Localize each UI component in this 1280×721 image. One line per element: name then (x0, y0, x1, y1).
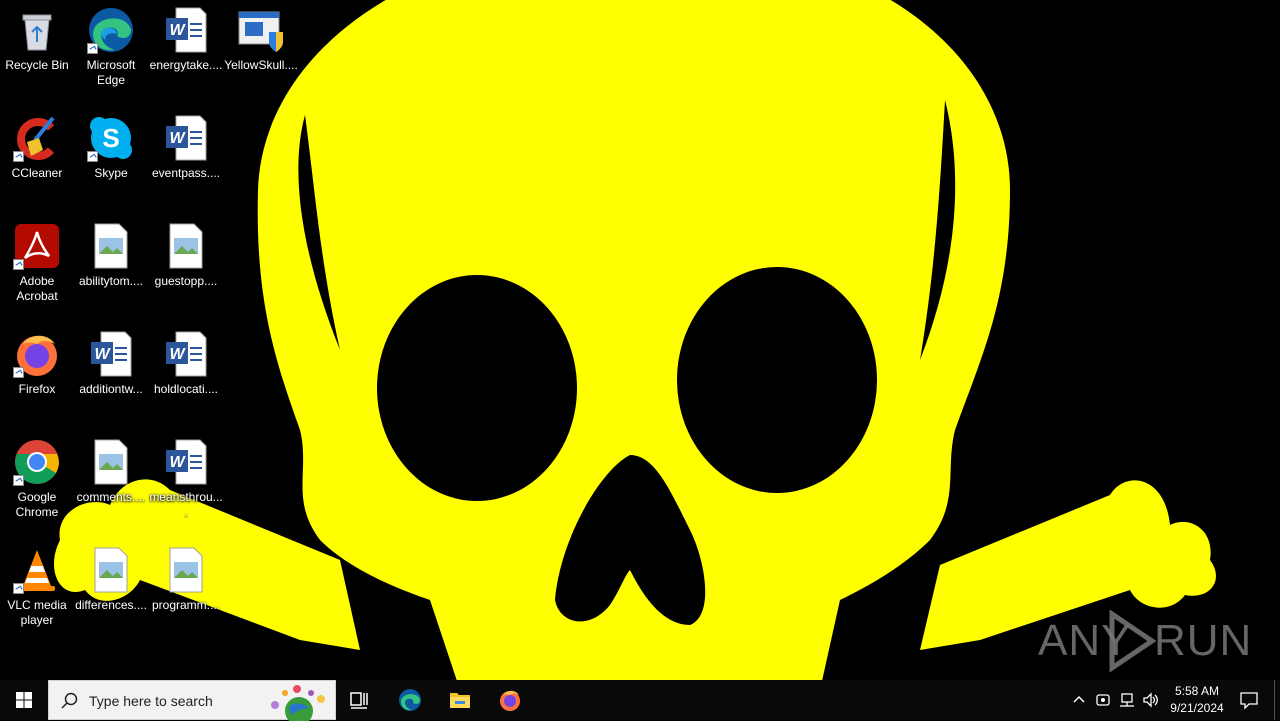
desktop-icon-ccleaner[interactable]: CCleaner (0, 108, 74, 208)
desktop-icon-file[interactable]: W additiontw... (74, 324, 148, 424)
desktop-icon-label: eventpass.... (151, 166, 221, 180)
desktop-icon-label: YellowSkull.... (224, 58, 298, 72)
desktop-icon-label: Microsoft Edge (86, 58, 136, 87)
start-button[interactable] (0, 680, 48, 720)
notification-icon (1240, 692, 1258, 710)
search-icon (61, 692, 78, 709)
desktop-icon-label: comments.... (76, 490, 146, 504)
search-highlight-icon (271, 685, 325, 721)
desktop-icon-label: guestopp.... (154, 274, 218, 288)
desktop-icon-label: meansthrou.... (149, 490, 223, 519)
search-placeholder: Type here to search (89, 693, 213, 709)
desktop-icon-file[interactable]: comments.... (74, 432, 148, 532)
shortcut-arrow-icon (13, 367, 24, 378)
desktop-icon-label: Skype (94, 166, 128, 180)
desktop-icon-label: VLC media player (7, 598, 67, 627)
word-document-icon: W (91, 331, 132, 377)
volume-icon (1143, 692, 1158, 708)
desktop-icon-file[interactable]: differences.... (74, 540, 148, 640)
desktop-icon-file[interactable]: YellowSkull.... (224, 0, 298, 100)
show-desktop-button[interactable] (1274, 680, 1280, 720)
desktop-icon-label: Google Chrome (15, 490, 59, 519)
watermark-text-right: RUN (1154, 616, 1253, 665)
file-explorer-icon (450, 693, 470, 708)
desktop-icon-label: Adobe Acrobat (16, 274, 58, 303)
task-view-icon (350, 692, 368, 709)
desktop-icon-label: CCleaner (11, 166, 63, 180)
image-file-icon (169, 547, 203, 593)
tray-chevron-button[interactable] (1068, 680, 1090, 720)
word-document-icon: W (166, 115, 207, 161)
shortcut-arrow-icon (87, 151, 98, 162)
desktop[interactable]: Recycle Bin CCleaner Adobe Acrobat Firef… (0, 0, 1280, 680)
word-document-icon: W (166, 7, 207, 53)
desktop-icon-label: Firefox (18, 382, 56, 396)
desktop-icon-label: energytake.... (149, 58, 223, 72)
desktop-icon-file[interactable]: W energytake.... (149, 0, 223, 100)
desktop-icon-file[interactable]: abilitytom.... (74, 216, 148, 316)
play-triangle-icon (1109, 610, 1156, 672)
image-file-icon (169, 223, 203, 269)
desktop-icon-file[interactable]: W meansthrou.... (149, 432, 223, 532)
clock-time: 5:58 AM (1174, 684, 1220, 698)
desktop-icon-skype[interactable]: S Skype (74, 108, 148, 208)
chevron-up-icon (1073, 695, 1085, 703)
desktop-icon-label: differences.... (75, 598, 147, 612)
desktop-icon-microsoft-edge[interactable]: Microsoft Edge (74, 0, 148, 100)
desktop-icon-recycle-bin[interactable]: Recycle Bin (0, 0, 74, 100)
network-icon (1120, 693, 1134, 707)
firefox-icon (500, 690, 520, 711)
desktop-icon-google-chrome[interactable]: Google Chrome (0, 432, 74, 532)
taskbar-firefox-button[interactable] (486, 680, 534, 720)
tray-volume-button[interactable] (1140, 680, 1162, 720)
svg-text:W: W (94, 346, 111, 363)
svg-text:W: W (169, 346, 186, 363)
edge-icon (399, 689, 421, 711)
search-input[interactable]: Type here to search (48, 680, 336, 721)
word-document-icon: W (166, 439, 207, 485)
desktop-icon-label: holdlocati.... (153, 382, 219, 396)
svg-text:W: W (169, 22, 186, 39)
taskbar-edge-button[interactable] (386, 680, 434, 720)
windows-logo-icon (16, 692, 32, 708)
shortcut-arrow-icon (13, 475, 24, 486)
desktop-icon-label: Recycle Bin (5, 58, 69, 72)
recycle-bin-icon (22, 14, 52, 51)
task-view-button[interactable] (336, 680, 384, 720)
svg-text:W: W (169, 130, 186, 147)
desktop-icon-vlc[interactable]: VLC media player (0, 540, 74, 640)
taskbar-file-explorer-button[interactable] (436, 680, 484, 720)
exe-shield-icon (238, 11, 283, 52)
tray-meet-now-button[interactable] (1092, 680, 1114, 720)
tray-network-button[interactable] (1116, 680, 1138, 720)
image-file-icon (94, 223, 128, 269)
anyrun-watermark: ANY RUN (1038, 608, 1251, 674)
shortcut-arrow-icon (13, 583, 24, 594)
desktop-icon-file[interactable]: W eventpass.... (149, 108, 223, 208)
notification-button[interactable] (1234, 680, 1264, 720)
desktop-icon-file[interactable]: programm.... (149, 540, 223, 640)
taskbar-clock[interactable]: 5:58 AM 9/21/2024 (1160, 683, 1234, 717)
desktop-icon-file[interactable]: W holdlocati.... (149, 324, 223, 424)
desktop-icon-file[interactable]: guestopp.... (149, 216, 223, 316)
shortcut-arrow-icon (13, 151, 24, 162)
taskbar: Type here to search 5:58 AM 9/21/2024 (0, 680, 1280, 721)
desktop-icon-label: abilitytom.... (78, 274, 144, 288)
meet-now-icon (1096, 694, 1110, 706)
image-file-icon (94, 439, 128, 485)
word-document-icon: W (166, 331, 207, 377)
shortcut-arrow-icon (87, 43, 98, 54)
image-file-icon (94, 547, 128, 593)
shortcut-arrow-icon (13, 259, 24, 270)
desktop-icon-firefox[interactable]: Firefox (0, 324, 74, 424)
desktop-icon-label: programm.... (151, 598, 220, 612)
svg-text:W: W (169, 454, 186, 471)
desktop-icon-label: additiontw... (79, 382, 143, 396)
desktop-icon-adobe-acrobat[interactable]: Adobe Acrobat (0, 216, 74, 316)
clock-date: 9/21/2024 (1170, 701, 1224, 715)
svg-text:S: S (102, 123, 119, 153)
